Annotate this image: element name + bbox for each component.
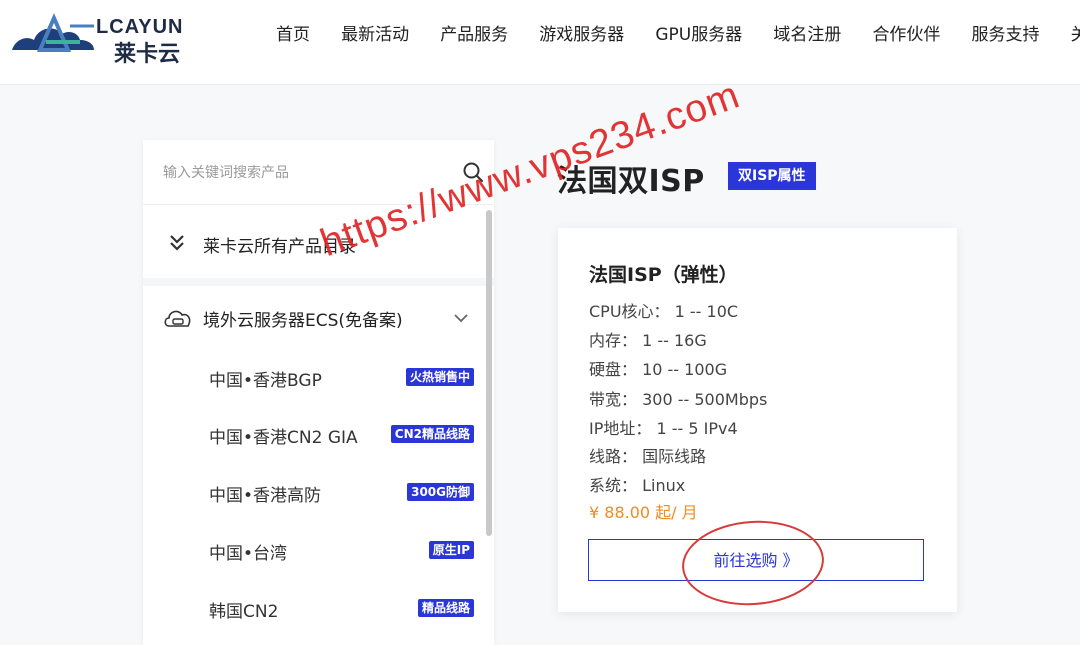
sidebar-scrollbar[interactable] xyxy=(486,210,492,536)
status-badge: CN2精品线路 xyxy=(390,425,474,443)
status-badge: 300G防御 xyxy=(407,483,474,501)
spec-disk: 硬盘： 10 -- 100G xyxy=(589,360,728,379)
status-badge: 火热销售中 xyxy=(405,368,474,386)
logo[interactable]: LCAYUN 莱卡云 xyxy=(10,12,200,67)
sidebar-item-label: 中国•香港CN2 GIA xyxy=(209,428,358,448)
catalog-label: 莱卡云所有产品目录 xyxy=(203,237,356,257)
product-card: 法国ISP（弹性） CPU核心： 1 -- 10C 内存： 1 -- 16G 硬… xyxy=(558,228,957,612)
nav-item-activities[interactable]: 最新活动 xyxy=(341,22,409,48)
product-card-title: 法国ISP（弹性） xyxy=(589,264,738,286)
chevron-down-icon[interactable] xyxy=(453,312,469,324)
nav-item-partners[interactable]: 合作伙伴 xyxy=(872,22,940,48)
status-badge: 精品线路 xyxy=(417,599,474,617)
title-badge: 双ISP属性 xyxy=(728,162,816,190)
category-overseas-ecs[interactable]: 境外云服务器ECS(免备案) xyxy=(143,290,494,344)
status-badge: 原生IP xyxy=(428,541,474,559)
logo-mark-icon xyxy=(12,13,94,52)
spec-os: 系统： Linux xyxy=(589,476,686,495)
page-title: 法国双ISP xyxy=(557,164,705,199)
sidebar-item-hk-ddos[interactable]: 中国•香港高防 300G防御 xyxy=(143,469,494,515)
sidebar-item-label: 韩国CN2 xyxy=(209,602,279,622)
category-label: 境外云服务器ECS(免备案) xyxy=(203,311,403,331)
sidebar-item-label: 中国•台湾 xyxy=(209,544,288,564)
cloud-server-icon xyxy=(164,310,191,327)
sidebar-item-korea-cn2[interactable]: 韩国CN2 精品线路 xyxy=(143,585,494,631)
sidebar-item-hk-cn2-gia[interactable]: 中国•香港CN2 GIA CN2精品线路 xyxy=(143,411,494,457)
spec-memory: 内存： 1 -- 16G xyxy=(589,331,707,350)
spec-ip: IP地址： 1 -- 5 IPv4 xyxy=(589,419,738,438)
spec-cpu: CPU核心： 1 -- 10C xyxy=(589,302,739,321)
spec-route: 线路： 国际线路 xyxy=(589,447,707,466)
logo-cjk-text: 莱卡云 xyxy=(114,42,181,67)
nav-item-home[interactable]: 首页 xyxy=(276,22,310,48)
nav-item-game-servers[interactable]: 游戏服务器 xyxy=(539,22,624,48)
double-chevron-down-icon xyxy=(170,235,184,251)
search-box xyxy=(143,140,494,205)
nav-item-gpu-servers[interactable]: GPU服务器 xyxy=(655,22,742,48)
site-header: LCAYUN 莱卡云 首页 最新活动 产品服务 游戏服务器 GPU服务器 域名注… xyxy=(0,0,1080,85)
sidebar-item-hk-bgp[interactable]: 中国•香港BGP 火热销售中 xyxy=(143,354,494,400)
sidebar-item-taiwan[interactable]: 中国•台湾 原生IP xyxy=(143,527,494,573)
main-nav: 首页 最新活动 产品服务 游戏服务器 GPU服务器 域名注册 合作伙伴 服务支持… xyxy=(276,22,1080,48)
nav-item-products[interactable]: 产品服务 xyxy=(440,22,508,48)
spec-bandwidth: 带宽： 300 -- 500Mbps xyxy=(589,390,768,409)
buy-button[interactable]: 前往选购 》 xyxy=(588,539,924,581)
sidebar-item-label: 中国•香港BGP xyxy=(209,371,322,391)
nav-item-more[interactable]: 关 xyxy=(1071,22,1080,48)
nav-item-support[interactable]: 服务支持 xyxy=(972,22,1040,48)
nav-item-domain[interactable]: 域名注册 xyxy=(773,22,841,48)
search-input[interactable] xyxy=(161,158,455,188)
catalog-link[interactable]: 莱卡云所有产品目录 xyxy=(143,204,494,286)
search-icon[interactable] xyxy=(461,160,485,184)
price: ¥ 88.00 起/ 月 xyxy=(589,503,698,522)
sidebar-item-label: 中国•香港高防 xyxy=(209,486,322,506)
product-sidebar: 莱卡云所有产品目录 境外云服务器ECS(免备案) 中国•香港BGP 火热销售中 … xyxy=(143,140,494,645)
